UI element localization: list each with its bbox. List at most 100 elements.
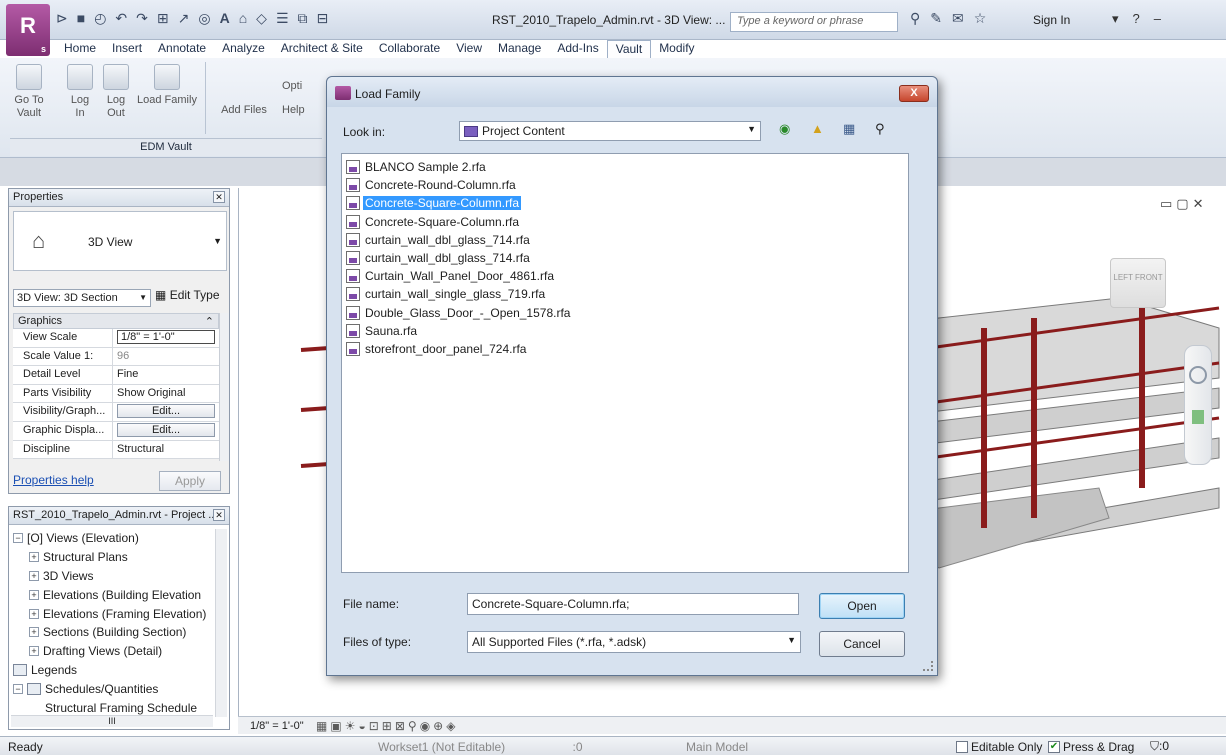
expand-icon[interactable]: + [29,608,39,619]
editable-only-toggle[interactable]: Editable Only [956,740,1042,754]
edit-button[interactable]: Edit... [117,404,215,419]
expand-icon[interactable]: + [29,646,39,657]
thin-lines-icon[interactable]: ☰ [276,10,289,27]
files-of-type-dropdown[interactable]: All Supported Files (*.rfa, *.adsk) ▼ [467,631,801,653]
tab-add-ins[interactable]: Add-Ins [549,40,606,58]
tab-vault[interactable]: Vault [606,40,652,58]
view-instance-selector[interactable]: 3D View: 3D Section ▼ [13,289,151,307]
analytical-model-icon[interactable]: ◈ [446,719,458,733]
file-item[interactable]: curtain_wall_dbl_glass_714.rfa [346,231,904,249]
property-value[interactable]: Structural [113,440,219,459]
press-drag-checkbox[interactable]: ✔ [1048,741,1060,753]
tree-node[interactable]: + Sections (Building Section) [11,623,215,642]
filter-icon[interactable]: ⛉:0 [1150,739,1169,754]
help-icon[interactable]: ? [1133,11,1140,27]
open-icon[interactable]: ⊳ [56,10,68,27]
property-value[interactable]: Fine [113,366,219,384]
zoom-icon[interactable] [1192,410,1204,424]
viewcube-left-face[interactable]: LEFT [1113,273,1132,282]
active-workset[interactable]: Workset1 (Not Editable) :0 [378,740,583,754]
tree-node[interactable]: + Elevations (Framing Elevation) [11,604,215,623]
help-button[interactable]: Help [282,104,326,117]
shadows-icon[interactable]: ◒ [358,719,368,733]
undo-icon[interactable]: ↶ [115,10,127,27]
collapse-icon[interactable]: − [13,683,23,694]
file-item[interactable]: Concrete-Round-Column.rfa [346,176,904,194]
edit-type-button[interactable]: ▦ Edit Type [155,288,220,302]
text-icon[interactable]: A [220,10,230,27]
options-button[interactable]: Opti [282,80,326,93]
navigation-bar[interactable] [1184,345,1212,465]
measure-icon[interactable]: ⊞ [157,10,169,27]
communication-icon[interactable]: ✉ [952,10,964,27]
graphics-section-header[interactable]: Graphics ⌃ [13,313,219,329]
property-value[interactable]: Edit... [113,403,219,421]
sun-path-icon[interactable]: ☀ [345,719,359,733]
application-menu-button[interactable]: R s [6,4,50,56]
switch-windows-icon[interactable]: ⊟ [317,10,329,27]
back-icon[interactable]: ◉ [779,121,797,139]
view-scale-field[interactable]: 1/8" = 1'-0" [117,330,215,344]
go-to-vault-button[interactable]: Go To Vault [12,64,46,120]
load-family-button[interactable]: Load Family [134,64,200,107]
tab-collaborate[interactable]: Collaborate [371,40,448,58]
tree-node[interactable]: − [O] Views (Elevation) [11,529,215,548]
binoculars-icon[interactable]: ⚲ [875,121,893,139]
steering-wheel-icon[interactable] [1189,366,1207,384]
property-value[interactable]: 1/8" = 1'-0" [113,329,219,347]
file-item[interactable]: Concrete-Square-Column.rfa [346,213,904,231]
tab-home[interactable]: Home [56,40,104,58]
file-item[interactable]: Concrete-Square-Column.rfa [346,194,904,212]
minimize-button[interactable]: – [1154,11,1161,27]
detail-level-icon[interactable]: ▦ [316,719,330,733]
tab-modify[interactable]: Modify [651,40,702,58]
type-selector[interactable]: ⌂ 3D View ▼ [13,211,227,271]
file-item[interactable]: Curtain_Wall_Panel_Door_4861.rfa [346,267,904,285]
favorites-icon[interactable]: ☆ [974,10,987,27]
expand-icon[interactable]: + [29,627,39,638]
tag-icon[interactable]: ◎ [198,10,210,27]
sign-in-link[interactable]: Sign In [1033,13,1070,27]
file-item[interactable]: Sauna.rfa [346,322,904,340]
expand-icon[interactable]: + [29,552,39,563]
look-in-dropdown[interactable]: Project Content ▼ [459,121,761,141]
close-button[interactable]: X [899,85,929,102]
tree-node[interactable]: + Elevations (Building Elevation [11,585,215,604]
tab-annotate[interactable]: Annotate [150,40,214,58]
expand-icon[interactable]: + [29,570,39,581]
properties-help-link[interactable]: Properties help [13,473,94,487]
worksharing-display-icon[interactable]: ⊕ [433,719,446,733]
press-drag-toggle[interactable]: ✔ Press & Drag [1048,740,1134,754]
close-hidden-icon[interactable]: ⧉ [298,10,308,27]
tab-manage[interactable]: Manage [490,40,549,58]
apply-button[interactable]: Apply [159,471,221,491]
cancel-button[interactable]: Cancel [819,631,905,657]
reveal-hidden-icon[interactable]: ◉ [420,719,433,733]
tree-node[interactable]: − Schedules/Quantities [11,679,215,698]
design-option-selector[interactable]: Main Model [686,740,748,754]
view-scale-button[interactable]: 1/8" = 1'-0" [250,720,304,732]
browser-scrollbar[interactable] [215,529,227,717]
editable-only-checkbox[interactable] [956,741,968,753]
visual-style-icon[interactable]: ▣ [330,719,344,733]
show-crop-icon[interactable]: ⊞ [382,719,395,733]
tree-node[interactable]: +3D Views [11,567,215,586]
file-item[interactable]: curtain_wall_dbl_glass_714.rfa [346,249,904,267]
crop-view-icon[interactable]: ⊡ [369,719,382,733]
views-menu-icon[interactable]: ▦ [843,121,861,139]
open-button[interactable]: Open [819,593,905,619]
collapse-icon[interactable]: − [13,533,23,544]
redo-icon[interactable]: ↷ [136,10,148,27]
tab-view[interactable]: View [448,40,490,58]
file-item[interactable]: storefront_door_panel_724.rfa [346,340,904,358]
tree-node[interactable]: + Drafting Views (Detail) [11,642,215,661]
dropdown-icon[interactable]: ▾ [1112,11,1119,27]
tab-insert[interactable]: Insert [104,40,150,58]
browser-horizontal-scrollbar[interactable]: III [11,715,213,727]
expand-icon[interactable]: + [29,589,39,600]
file-item[interactable]: curtain_wall_single_glass_719.rfa [346,285,904,303]
edit-button[interactable]: Edit... [117,422,215,437]
property-value[interactable]: Show Original [113,384,219,403]
file-item[interactable]: Double_Glass_Door_-_Open_1578.rfa [346,304,904,322]
binoculars-icon[interactable]: ⚲ [910,10,920,27]
